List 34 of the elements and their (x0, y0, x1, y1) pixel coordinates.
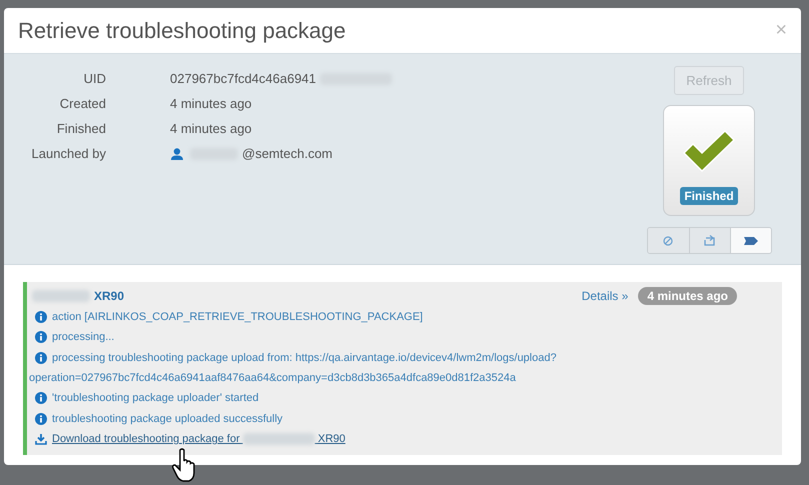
log-message: troubleshooting package uploaded successfully (52, 412, 283, 425)
retry-icon (702, 234, 716, 246)
download-link[interactable]: Download troubleshooting package for XR90 (52, 432, 346, 445)
field-label: Launched by (30, 146, 106, 162)
field-label: Finished (56, 121, 106, 137)
field-value: 027967bc7fcd4c46a6941 (170, 71, 316, 87)
info-icon (35, 412, 47, 425)
info-icon (35, 311, 47, 324)
info-icon (35, 352, 47, 364)
close-button[interactable]: × (775, 19, 787, 42)
info-icon (35, 392, 47, 404)
log-message: action [AIRLINKOS_COAP_RETRIEVE_TROUBLESHOOTING_PACKAGE] (52, 311, 423, 324)
field-value: 4 minutes ago (170, 96, 252, 112)
field-label: UID (82, 71, 106, 87)
details-link[interactable]: Details » (582, 289, 628, 303)
download-icon (35, 432, 47, 445)
modal-title: Retrieve troubleshooting package (18, 18, 346, 44)
log-message: 'troubleshooting package uploader' started (52, 392, 259, 404)
field-label: Created (58, 96, 106, 112)
blurred-text (32, 290, 90, 302)
log-message: processing troubleshooting package upload from: https://qa.airvantage.io/devicev4/lwm2m/logs/upload? (52, 352, 556, 364)
tag-button[interactable] (730, 228, 770, 253)
time-badge: 4 minutes ago (638, 287, 737, 305)
field-value: 4 minutes ago (170, 121, 252, 137)
status-badge: Finished (680, 187, 738, 205)
log-message: operation=027967bc7fcd4c46a6941aaf8476aa64&company=d3cb8d3b365a4dfca89e0d81f2a3524a (29, 372, 516, 384)
device-name: XR90 (94, 289, 124, 303)
info-icon (35, 331, 47, 344)
field-value: @semtech.com (242, 146, 332, 162)
checkmark-icon (681, 129, 737, 173)
tag-icon (744, 236, 758, 244)
user-icon (170, 148, 184, 160)
cancel-icon (663, 236, 673, 246)
log-message: processing... (52, 331, 114, 344)
